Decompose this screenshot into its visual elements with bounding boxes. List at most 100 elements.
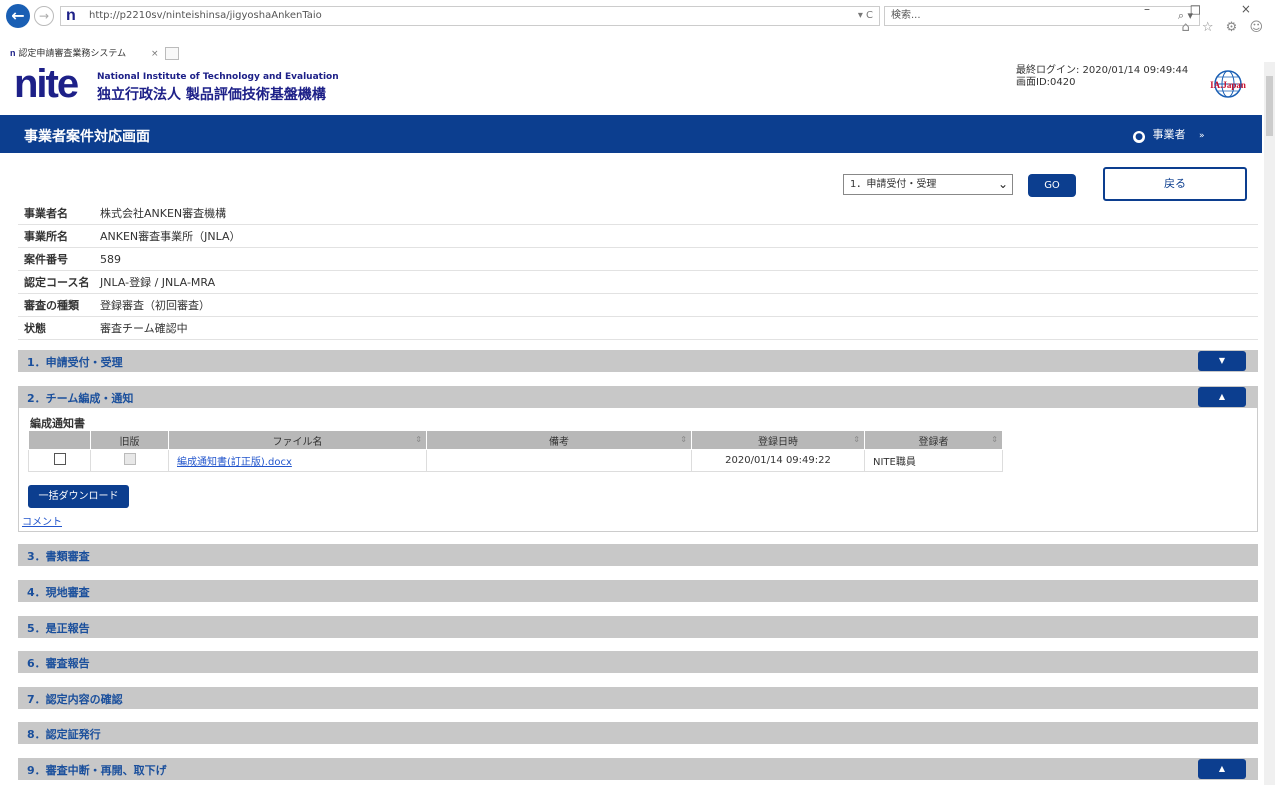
screen-id: 画面ID:0420: [1016, 77, 1076, 88]
section-label: 2．チーム編成・通知: [27, 392, 134, 405]
section-label: 7．認定内容の確認: [27, 693, 123, 706]
section-header-6[interactable]: 6．審査報告: [18, 651, 1258, 673]
section-label: 4．現地審査: [27, 586, 90, 599]
collapse-toggle-button[interactable]: ▲: [1198, 759, 1246, 779]
comment-link[interactable]: コメント: [22, 513, 62, 528]
toolbar-icons[interactable]: ⌂ ☆ ⚙ ☺: [1181, 20, 1267, 35]
site-favicon-icon: n: [66, 7, 76, 24]
org-name-ja: 独立行政法人 製品評価技術基盤機構: [97, 87, 326, 103]
old-version-checkbox: [123, 453, 136, 465]
collapse-toggle-button[interactable]: ▲: [1198, 387, 1246, 407]
info-value: JNLA-登録 / JNLA-MRA: [100, 276, 216, 289]
section-label: 5．是正報告: [27, 622, 90, 635]
section-label: 8．認定証発行: [27, 728, 101, 741]
file-table: 旧版 ファイル名 ⇕ 備考 ⇕ 登録日時 ⇕ 登録者 ⇕ 編成通知書(訂正版).docx…: [28, 430, 1003, 472]
section-header-7[interactable]: 7．認定内容の確認: [18, 687, 1258, 709]
section-header-1[interactable]: 1．申請受付・受理 ▼: [18, 350, 1258, 372]
window-controls[interactable]: – □ ×: [1144, 2, 1269, 16]
info-row: 状態 審査チーム確認中: [18, 317, 1258, 340]
step-selected-value: 1．申請受付・受理: [850, 179, 937, 190]
browser-tab[interactable]: n 認定申請審査業務システム ×: [10, 46, 180, 60]
tab-favicon-icon: n: [10, 48, 16, 58]
info-value: 589: [100, 252, 121, 266]
page-scrollbar[interactable]: [1264, 62, 1275, 785]
bulk-download-button[interactable]: 一括ダウンロード: [28, 485, 129, 508]
note-cell: [426, 449, 692, 472]
column-header-select: [28, 430, 91, 450]
info-row: 審査の種類 登録審査（初回審査）: [18, 294, 1258, 317]
select-cell: [28, 449, 91, 472]
login-info: 最終ログイン: 2020/01/14 09:49:44 画面ID:0420: [1016, 65, 1188, 89]
section-header-9[interactable]: 9．審査中断・再開、取下げ ▲: [18, 758, 1258, 780]
section-header-8[interactable]: 8．認定証発行: [18, 722, 1258, 744]
info-row: 案件番号 589: [18, 248, 1258, 271]
user-icon: ●: [1133, 131, 1145, 143]
section-label: 1．申請受付・受理: [27, 356, 123, 369]
go-button[interactable]: GO: [1028, 174, 1076, 197]
sort-icon[interactable]: ⇕: [680, 435, 687, 444]
section-header-4[interactable]: 4．現地審査: [18, 580, 1258, 602]
page-title: 事業者案件対応画面: [24, 129, 150, 145]
select-checkbox[interactable]: [53, 453, 66, 465]
column-header-old-version: 旧版: [90, 430, 169, 450]
document-title: 編成通知書: [30, 417, 85, 430]
svg-text:IA.Japan: IA.Japan: [1210, 80, 1246, 90]
user-menu[interactable]: ● 事業者 »: [1133, 126, 1205, 143]
sort-icon[interactable]: ⇕: [991, 435, 998, 444]
search-placeholder: 検索...: [891, 10, 921, 21]
back-button[interactable]: 戻る: [1103, 167, 1247, 201]
info-row: 事業所名 ANKEN審査事業所（JNLA）: [18, 225, 1258, 248]
column-header-date[interactable]: 登録日時 ⇕: [691, 430, 865, 450]
user-label: 事業者: [1152, 128, 1186, 141]
column-header-user[interactable]: 登録者 ⇕: [864, 430, 1003, 450]
tab-close-icon[interactable]: ×: [151, 49, 159, 59]
tab-title: 認定申請審査業務システム: [18, 49, 127, 59]
info-value: 登録審査（初回審査）: [100, 299, 210, 312]
org-name-en: National Institute of Technology and Eva…: [97, 72, 339, 82]
last-login: 最終ログイン: 2020/01/14 09:49:44: [1016, 65, 1189, 76]
chevron-down-icon: »: [1199, 131, 1205, 141]
date-cell: 2020/01/14 09:49:22: [691, 449, 865, 472]
info-label: 認定コース名: [24, 276, 90, 289]
table-header-row: 旧版 ファイル名 ⇕ 備考 ⇕ 登録日時 ⇕ 登録者 ⇕: [28, 430, 1003, 450]
column-header-filename[interactable]: ファイル名 ⇕: [168, 430, 427, 450]
old-version-cell: [90, 449, 169, 472]
section-label: 6．審査報告: [27, 657, 90, 670]
user-cell: NITE職員: [864, 449, 1003, 472]
info-label: 案件番号: [24, 253, 68, 266]
table-row: 編成通知書(訂正版).docx 2020/01/14 09:49:22 NITE…: [28, 449, 1003, 472]
address-controls[interactable]: ▾ C: [858, 7, 873, 25]
section-header-5[interactable]: 5．是正報告: [18, 616, 1258, 638]
ia-japan-logo: IA.Japan: [1210, 70, 1246, 98]
info-row: 認定コース名 JNLA-登録 / JNLA-MRA: [18, 271, 1258, 294]
address-url: http://p2210sv/ninteishinsa/jigyoshaAnke…: [89, 10, 322, 21]
nite-logo: nite: [14, 62, 79, 106]
info-label: 事業所名: [24, 230, 68, 243]
info-label: 状態: [24, 322, 46, 335]
address-bar[interactable]: n http://p2210sv/ninteishinsa/jigyoshaAn…: [60, 6, 880, 26]
chevron-down-icon: ⌄: [997, 177, 1008, 191]
forward-arrow-icon[interactable]: →: [34, 6, 54, 26]
column-header-note[interactable]: 備考 ⇕: [426, 430, 692, 450]
section-label: 3．書類審査: [27, 550, 90, 563]
back-arrow-icon[interactable]: ←: [6, 4, 30, 28]
sort-icon[interactable]: ⇕: [415, 435, 422, 444]
browser-chrome: ← → n http://p2210sv/ninteishinsa/jigyos…: [0, 0, 1275, 44]
tab-bar: n 認定申請審査業務システム ×: [0, 44, 1275, 62]
scroll-thumb[interactable]: [1266, 76, 1273, 136]
expand-toggle-button[interactable]: ▼: [1198, 351, 1246, 371]
section-header-3[interactable]: 3．書類審査: [18, 544, 1258, 566]
file-link[interactable]: 編成通知書(訂正版).docx: [169, 457, 292, 468]
title-bar: 事業者案件対応画面 ● 事業者 »: [0, 115, 1262, 153]
info-row: 事業者名 株式会社ANKEN審査機構: [18, 202, 1258, 225]
case-info-table: 事業者名 株式会社ANKEN審査機構 事業所名 ANKEN審査事業所（JNLA）…: [18, 202, 1258, 340]
info-label: 審査の種類: [24, 299, 79, 312]
info-value: 審査チーム確認中: [100, 322, 188, 335]
new-tab-button[interactable]: [165, 47, 180, 60]
filename-cell: 編成通知書(訂正版).docx: [168, 449, 427, 472]
section-label: 9．審査中断・再開、取下げ: [27, 764, 167, 777]
step-select[interactable]: 1．申請受付・受理 ⌄: [843, 174, 1013, 195]
section-header-2[interactable]: 2．チーム編成・通知 ▲: [18, 386, 1258, 408]
info-label: 事業者名: [24, 207, 68, 220]
sort-icon[interactable]: ⇕: [853, 435, 860, 444]
